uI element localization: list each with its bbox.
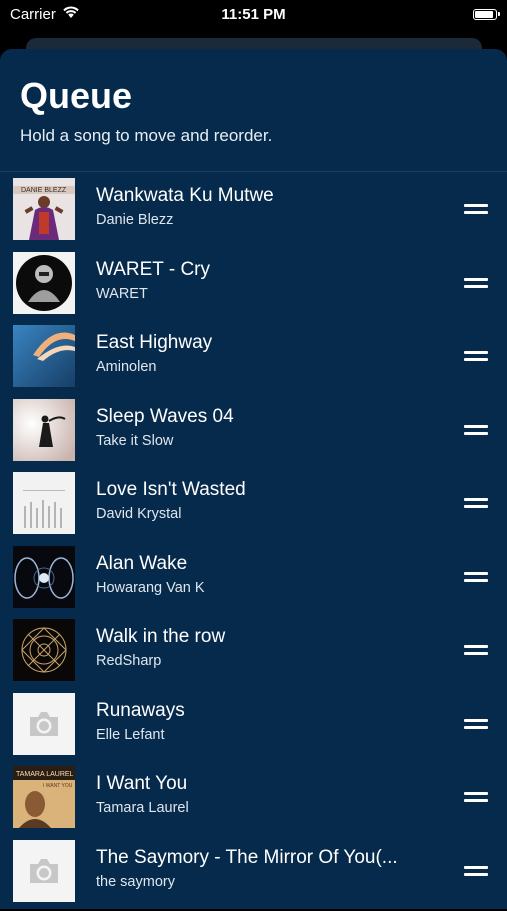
- song-title: WARET - Cry: [96, 259, 436, 281]
- album-art: TAMARA LAUREL I WANT YOU: [13, 766, 75, 828]
- queue-row[interactable]: DANIE BLEZZ Wankwata Ku Mutwe Danie Blez…: [0, 176, 507, 250]
- album-art: [13, 325, 75, 387]
- drag-handle-icon[interactable]: [464, 351, 488, 363]
- song-title: Walk in the row: [96, 626, 436, 648]
- drag-handle-icon[interactable]: [464, 572, 488, 584]
- queue-sheet: Queue Hold a song to move and reorder. D…: [0, 49, 507, 909]
- svg-text:DANIE BLEZZ: DANIE BLEZZ: [21, 187, 67, 194]
- song-title: Alan Wake: [96, 553, 436, 575]
- song-artist: Elle Lefant: [96, 727, 165, 743]
- album-art: [13, 399, 75, 461]
- album-art: [13, 546, 75, 608]
- camera-placeholder-icon: [13, 693, 75, 755]
- song-artist: Take it Slow: [96, 433, 173, 449]
- carrier-group: Carrier: [10, 5, 80, 23]
- queue-row[interactable]: Love Isn't Wasted David Krystal: [0, 470, 507, 544]
- wifi-icon: [62, 5, 80, 23]
- carrier-label: Carrier: [10, 6, 56, 23]
- queue-row[interactable]: WARET - Cry WARET: [0, 250, 507, 324]
- queue-row[interactable]: East Highway Aminolen: [0, 323, 507, 397]
- album-art: [13, 619, 75, 681]
- song-artist: the saymory: [96, 874, 175, 890]
- drag-handle-icon[interactable]: [464, 645, 488, 657]
- drag-handle-icon[interactable]: [464, 498, 488, 510]
- status-bar: Carrier 11:51 PM: [0, 0, 507, 28]
- song-title: The Saymory - The Mirror Of You(...: [96, 847, 436, 869]
- page-subtitle: Hold a song to move and reorder.: [20, 126, 272, 146]
- camera-placeholder-icon: [13, 840, 75, 902]
- song-artist: Aminolen: [96, 359, 156, 375]
- song-artist: Howarang Van K: [96, 580, 205, 596]
- queue-row[interactable]: TAMARA LAUREL I WANT YOU I Want You Tama…: [0, 764, 507, 838]
- song-title: I Want You: [96, 773, 436, 795]
- drag-handle-icon[interactable]: [464, 719, 488, 731]
- song-artist: David Krystal: [96, 506, 181, 522]
- svg-text:TAMARA LAUREL: TAMARA LAUREL: [16, 771, 74, 778]
- drag-handle-icon[interactable]: [464, 278, 488, 290]
- album-art: [13, 472, 75, 534]
- svg-text:I WANT YOU: I WANT YOU: [43, 783, 73, 789]
- album-art: DANIE BLEZZ: [13, 178, 75, 240]
- queue-row[interactable]: Runaways Elle Lefant: [0, 691, 507, 765]
- drag-handle-icon[interactable]: [464, 792, 488, 804]
- divider: [0, 171, 507, 172]
- song-title: Sleep Waves 04: [96, 406, 436, 428]
- song-artist: Tamara Laurel: [96, 800, 189, 816]
- song-title: Love Isn't Wasted: [96, 479, 436, 501]
- song-artist: WARET: [96, 286, 148, 302]
- queue-row[interactable]: Alan Wake Howarang Van K: [0, 544, 507, 618]
- song-title: Runaways: [96, 700, 436, 722]
- page-title: Queue: [20, 75, 132, 117]
- song-artist: RedSharp: [96, 653, 161, 669]
- drag-handle-icon[interactable]: [464, 866, 488, 878]
- album-art: [13, 252, 75, 314]
- queue-row[interactable]: Sleep Waves 04 Take it Slow: [0, 397, 507, 471]
- song-title: East Highway: [96, 332, 436, 354]
- queue-list: DANIE BLEZZ Wankwata Ku Mutwe Danie Blez…: [0, 176, 507, 911]
- song-title: Wankwata Ku Mutwe: [96, 185, 436, 207]
- drag-handle-icon[interactable]: [464, 204, 488, 216]
- queue-row[interactable]: Walk in the row RedSharp: [0, 617, 507, 691]
- drag-handle-icon[interactable]: [464, 425, 488, 437]
- battery-icon: [473, 9, 497, 20]
- song-artist: Danie Blezz: [96, 212, 173, 228]
